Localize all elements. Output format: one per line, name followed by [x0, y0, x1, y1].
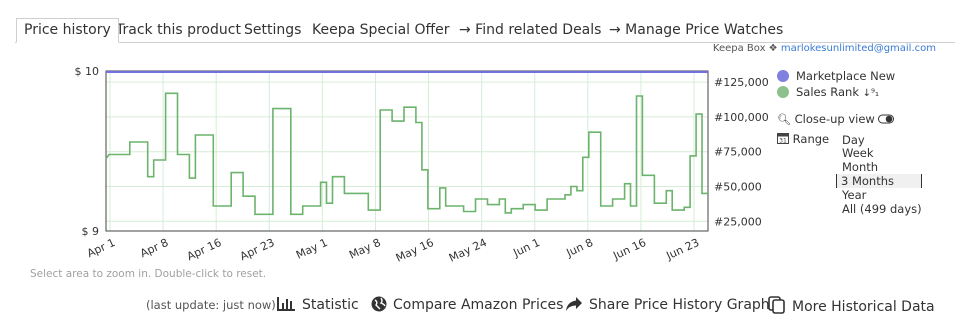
x-tick-label: Jun 1 — [511, 236, 542, 260]
y-right-tick: #125,000 — [714, 76, 769, 89]
search-icon: 🔍︎ — [777, 113, 791, 126]
range-year[interactable]: Year — [842, 188, 866, 202]
share-icon — [566, 297, 582, 311]
x-tick-label: Apr 1 — [85, 236, 117, 260]
range-3-months[interactable]: 3 Months — [836, 174, 922, 188]
x-tick-label: Jun 8 — [564, 236, 595, 260]
y-right-tick: #100,000 — [714, 111, 769, 124]
x-tick-label: Apr 16 — [185, 236, 224, 263]
share-graph-button[interactable]: Share Price History Graph — [565, 296, 770, 314]
range-option: 31 Range — [777, 132, 829, 146]
chart-grid — [106, 71, 708, 231]
y-left-tick: $ 9 — [82, 225, 100, 238]
y-right-tick: #75,000 — [714, 146, 762, 159]
svg-text:31: 31 — [779, 138, 787, 145]
legend-dot — [777, 86, 789, 98]
tab-price-history[interactable]: Price history — [16, 18, 119, 43]
zoom-hint: Select area to zoom in. Double-click to … — [30, 268, 267, 280]
x-tick-label: May 16 — [394, 236, 436, 265]
y-right-tick: #25,000 — [714, 215, 762, 228]
x-tick-label: Jun 23 — [663, 236, 701, 263]
more-historical-data-button[interactable]: More Historical Data — [768, 296, 935, 315]
tab-track-product[interactable]: Track this product — [116, 19, 241, 42]
tab-bar: Price history Track this product Setting… — [15, 18, 955, 43]
plot-area-frame — [105, 70, 709, 232]
x-tick-label: May 24 — [447, 236, 489, 265]
copy-icon — [768, 296, 785, 314]
bar-chart-icon — [277, 297, 295, 311]
legend-sales-rank[interactable]: Sales Rank ↓⁹₁ — [777, 84, 895, 100]
range-day[interactable]: Day — [842, 133, 865, 147]
range-all[interactable]: All (499 days) — [842, 202, 922, 216]
tab-settings[interactable]: Settings — [244, 19, 301, 42]
calendar-icon: 31 — [777, 133, 789, 145]
sort-icon[interactable]: ↓⁹₁ — [863, 88, 879, 99]
x-tick-label: Jun 16 — [610, 236, 648, 263]
y-right-tick: #50,000 — [714, 180, 762, 193]
price-history-chart[interactable]: $ 10 $ 9 #125,000 #100,000 #75,000 #50,000 #… — [0, 55, 770, 270]
legend-marketplace-new[interactable]: Marketplace New — [777, 68, 895, 84]
account-info: Keepa Box ❖ marlokesunlimited@gmail.com — [713, 43, 936, 54]
tab-special-offer[interactable]: Keepa Special Offer — [312, 19, 450, 42]
x-tick-label: May 8 — [347, 236, 383, 262]
compare-prices-button[interactable]: Compare Amazon Prices — [371, 296, 563, 314]
toggle-icon[interactable] — [878, 114, 895, 124]
x-tick-label: Apr 8 — [138, 236, 170, 260]
account-email-link[interactable]: marlokesunlimited@gmail.com — [781, 43, 936, 54]
x-tick-label: Apr 23 — [238, 236, 277, 263]
last-update-text: (last update: just now) — [146, 298, 276, 312]
series-sales-rank — [105, 92, 708, 216]
keepa-box-label: Keepa Box ❖ — [712, 43, 778, 54]
chart-legend: Marketplace New Sales Rank ↓⁹₁ — [777, 68, 895, 100]
y-left-tick: $ 10 — [75, 65, 100, 78]
statistic-button[interactable]: Statistic — [276, 296, 359, 314]
tab-manage-watches[interactable]: → Manage Price Watches — [609, 19, 783, 42]
range-month[interactable]: Month — [842, 160, 878, 174]
closeup-view-option[interactable]: 🔍︎ Close-up view — [777, 112, 895, 126]
x-tick-label: May 1 — [294, 236, 330, 262]
tab-find-deals[interactable]: → Find related Deals — [459, 19, 601, 42]
legend-dot — [777, 70, 789, 82]
range-week[interactable]: Week — [842, 146, 874, 160]
globe-icon — [371, 296, 387, 312]
